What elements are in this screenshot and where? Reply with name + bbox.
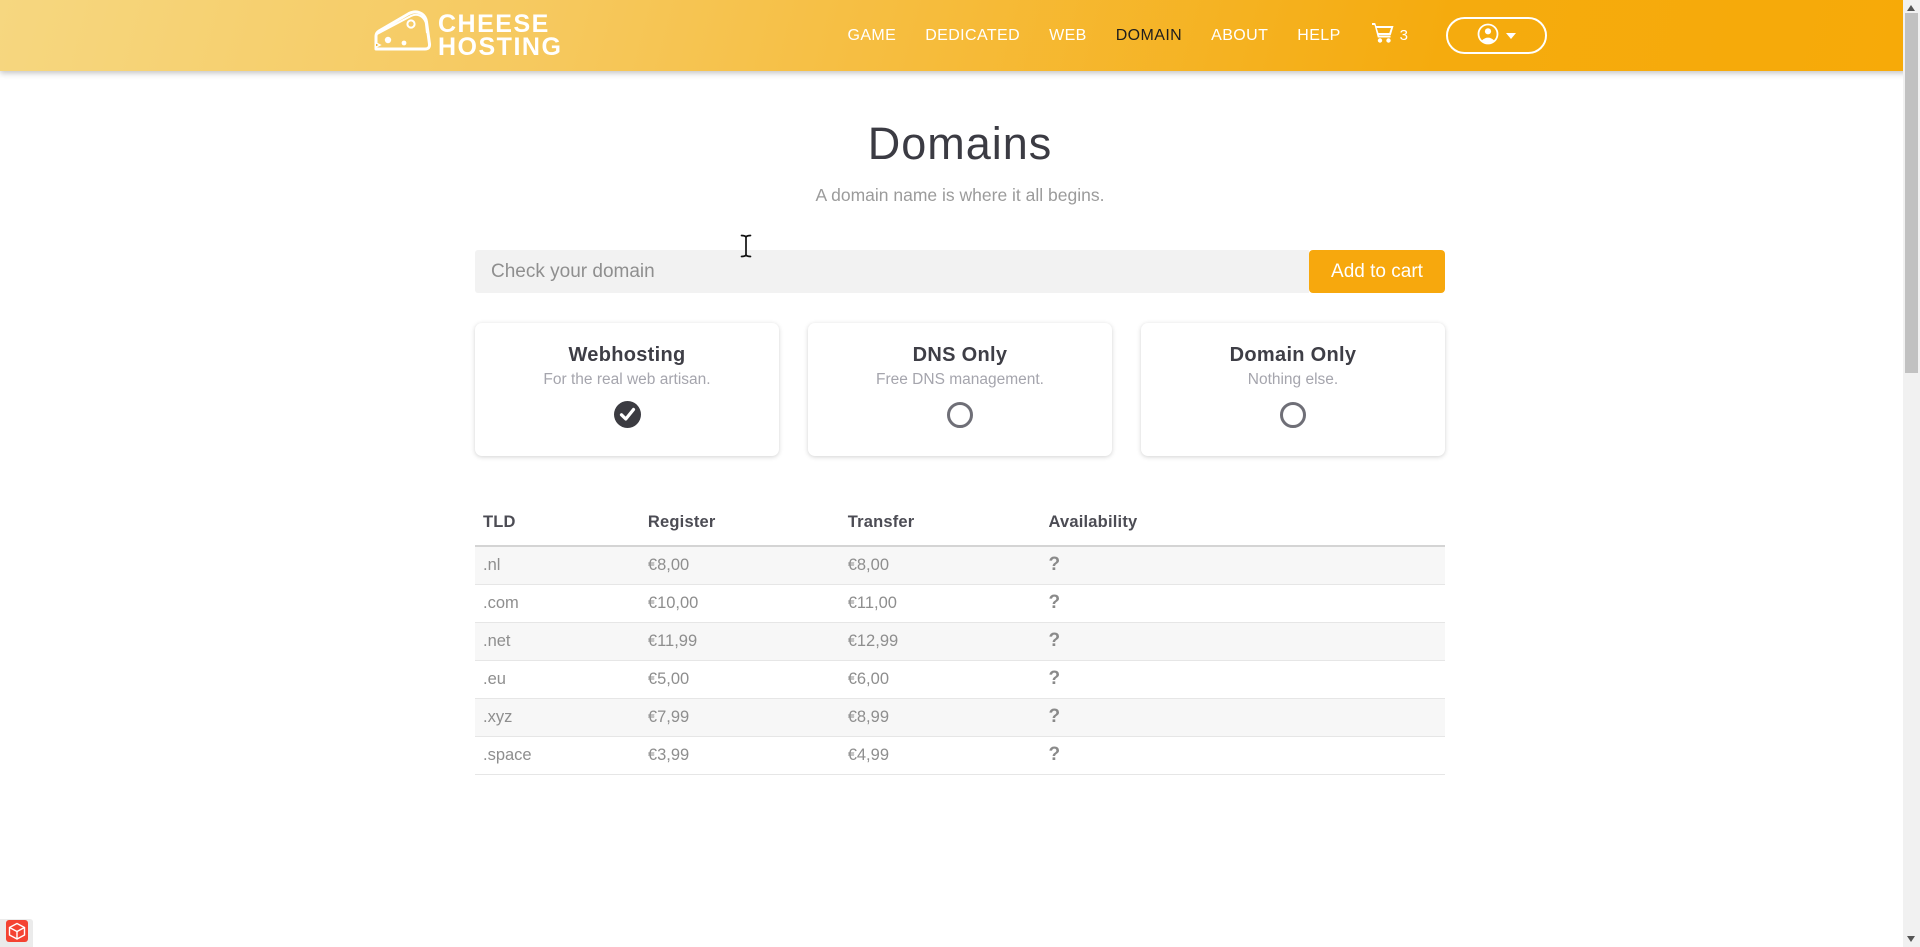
- plan-subtitle: Nothing else.: [1141, 371, 1445, 389]
- nav-item-domain[interactable]: DOMAIN: [1116, 27, 1182, 45]
- tld-cell: .com: [475, 584, 640, 622]
- radio-checked-icon[interactable]: [614, 401, 641, 428]
- table-row: .xyz €7,99 €8,99 ?: [475, 698, 1445, 736]
- logo[interactable]: CHEESE HOSTING: [373, 9, 562, 62]
- transfer-cell: €11,00: [840, 584, 1041, 622]
- register-cell: €8,00: [640, 546, 840, 584]
- availability-question-icon: ?: [1040, 584, 1445, 622]
- table-row: .net €11,99 €12,99 ?: [475, 622, 1445, 660]
- cheese-wedge-icon: [373, 9, 433, 62]
- navbar-container: CHEESE HOSTING GAME DEDICATED WEB DOMAIN…: [373, 9, 1547, 62]
- domain-search-input[interactable]: [475, 250, 1309, 293]
- laravel-logo-icon: [6, 920, 28, 947]
- table-row: .space €3,99 €4,99 ?: [475, 736, 1445, 774]
- register-cell: €5,00: [640, 660, 840, 698]
- plan-subtitle: For the real web artisan.: [475, 371, 779, 389]
- vertical-scrollbar[interactable]: [1903, 0, 1920, 947]
- domain-search-bar: Add to cart: [475, 250, 1445, 293]
- page-title: Domains: [475, 118, 1445, 170]
- col-header-tld: TLD: [475, 513, 640, 546]
- logo-text: CHEESE HOSTING: [438, 13, 562, 59]
- nav-item-game[interactable]: GAME: [847, 27, 896, 45]
- transfer-cell: €6,00: [840, 660, 1041, 698]
- plan-card-dns-only[interactable]: DNS Only Free DNS management.: [808, 323, 1112, 456]
- col-header-register: Register: [640, 513, 840, 546]
- availability-question-icon: ?: [1040, 546, 1445, 584]
- table-row: .eu €5,00 €6,00 ?: [475, 660, 1445, 698]
- nav-item-help[interactable]: HELP: [1297, 27, 1340, 45]
- tld-cell: .xyz: [475, 698, 640, 736]
- chevron-down-icon: [1506, 33, 1516, 39]
- plan-title: Webhosting: [475, 344, 779, 367]
- account-menu-button[interactable]: [1446, 17, 1547, 54]
- shopping-cart-icon: [1371, 22, 1395, 49]
- navbar: CHEESE HOSTING GAME DEDICATED WEB DOMAIN…: [0, 0, 1920, 71]
- nav-item-dedicated[interactable]: DEDICATED: [925, 27, 1020, 45]
- nav-item-web[interactable]: WEB: [1049, 27, 1087, 45]
- cart-count-badge: 3: [1400, 27, 1408, 44]
- laravel-debugbar-toggle[interactable]: [0, 919, 33, 947]
- table-header-row: TLD Register Transfer Availability: [475, 513, 1445, 546]
- col-header-transfer: Transfer: [840, 513, 1041, 546]
- register-cell: €3,99: [640, 736, 840, 774]
- nav-item-about[interactable]: ABOUT: [1211, 27, 1268, 45]
- main-menu: GAME DEDICATED WEB DOMAIN ABOUT HELP 3: [847, 17, 1547, 54]
- plan-cards: Webhosting For the real web artisan. DNS…: [475, 323, 1445, 456]
- radio-unchecked-icon[interactable]: [947, 402, 973, 428]
- plan-title: Domain Only: [1141, 344, 1445, 367]
- transfer-cell: €8,00: [840, 546, 1041, 584]
- user-circle-icon: [1477, 23, 1499, 48]
- plan-card-webhosting[interactable]: Webhosting For the real web artisan.: [475, 323, 779, 456]
- plan-card-domain-only[interactable]: Domain Only Nothing else.: [1141, 323, 1445, 456]
- table-row: .com €10,00 €11,00 ?: [475, 584, 1445, 622]
- availability-question-icon: ?: [1040, 736, 1445, 774]
- main-content: Domains A domain name is where it all be…: [475, 118, 1445, 775]
- page-subtitle: A domain name is where it all begins.: [475, 185, 1445, 206]
- register-cell: €11,99: [640, 622, 840, 660]
- tld-cell: .space: [475, 736, 640, 774]
- tld-pricing-table: TLD Register Transfer Availability .nl €…: [475, 513, 1445, 775]
- plan-title: DNS Only: [808, 344, 1112, 367]
- col-header-availability: Availability: [1040, 513, 1445, 546]
- cart-button[interactable]: 3: [1371, 22, 1408, 49]
- availability-question-icon: ?: [1040, 622, 1445, 660]
- availability-question-icon: ?: [1040, 698, 1445, 736]
- scrollbar-thumb[interactable]: [1905, 13, 1918, 373]
- register-cell: €7,99: [640, 698, 840, 736]
- transfer-cell: €12,99: [840, 622, 1041, 660]
- tld-cell: .net: [475, 622, 640, 660]
- add-to-cart-button[interactable]: Add to cart: [1309, 250, 1445, 293]
- transfer-cell: €4,99: [840, 736, 1041, 774]
- register-cell: €10,00: [640, 584, 840, 622]
- scrollbar-up-arrow-icon[interactable]: [1907, 5, 1915, 11]
- tld-cell: .eu: [475, 660, 640, 698]
- transfer-cell: €8,99: [840, 698, 1041, 736]
- tld-cell: .nl: [475, 546, 640, 584]
- availability-question-icon: ?: [1040, 660, 1445, 698]
- radio-unchecked-icon[interactable]: [1280, 402, 1306, 428]
- plan-subtitle: Free DNS management.: [808, 371, 1112, 389]
- scrollbar-down-arrow-icon[interactable]: [1907, 936, 1915, 942]
- table-row: .nl €8,00 €8,00 ?: [475, 546, 1445, 584]
